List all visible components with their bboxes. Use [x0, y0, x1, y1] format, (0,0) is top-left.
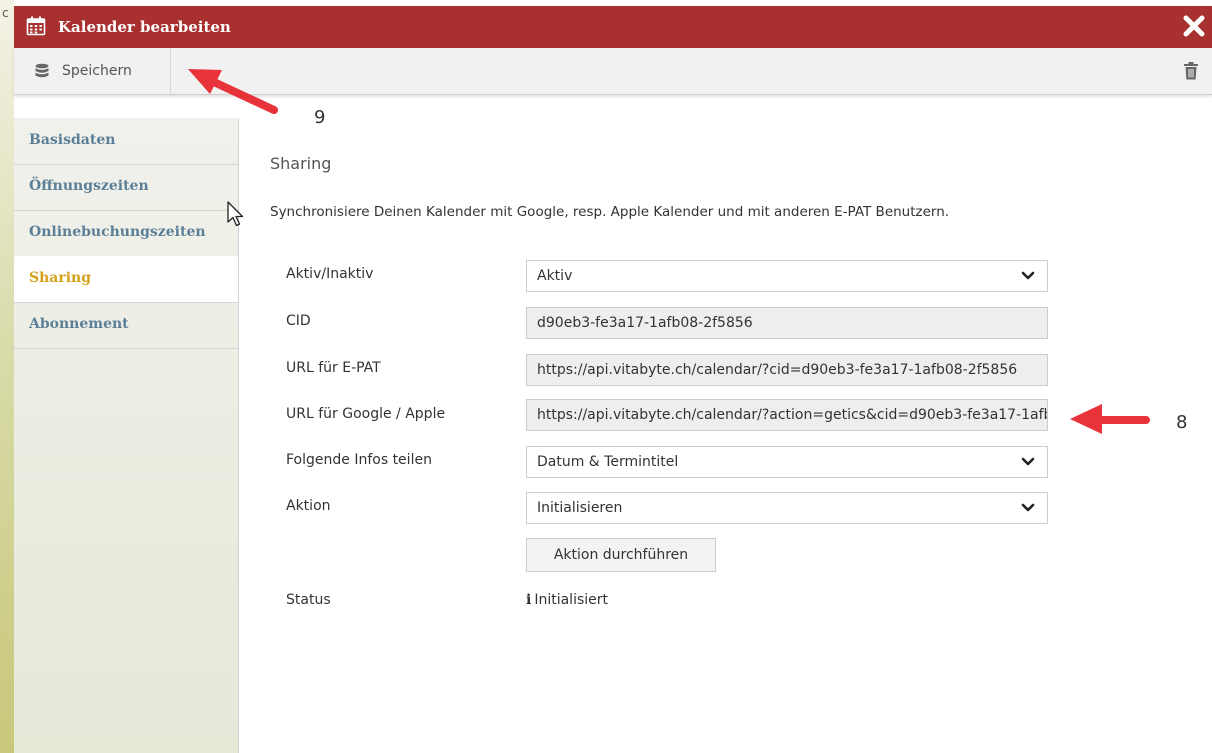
status-label: Status [286, 592, 331, 608]
url-epat-label: URL für E-PAT [286, 360, 381, 376]
sidebar-item-sharing[interactable]: Sharing [14, 256, 238, 303]
chevron-down-icon [1021, 503, 1035, 512]
sidebar-item-label: Basisdaten [29, 132, 116, 148]
chevron-down-icon [1021, 271, 1035, 280]
status-text: Initialisiert [534, 592, 608, 608]
status-value: i Initialisiert [526, 592, 608, 608]
save-button[interactable]: Speichern [14, 48, 171, 94]
section-title: Sharing [270, 154, 332, 173]
execute-action-button[interactable]: Aktion durchführen [526, 538, 716, 572]
cid-field-value: d90eb3-fe3a17-1afb08-2f5856 [537, 315, 753, 331]
url-epat-field[interactable]: https://api.vitabyte.ch/calendar/?cid=d9… [526, 354, 1048, 386]
annotation-arrow-9 [188, 69, 278, 114]
sidebar-item-label: Öffnungszeiten [29, 178, 149, 194]
dialog-title: Kalender bearbeiten [58, 18, 231, 36]
sidebar-item-abonnement[interactable]: Abonnement [14, 302, 238, 349]
close-icon[interactable] [1182, 14, 1206, 38]
infos-select[interactable]: Datum & Termintitel [526, 446, 1048, 478]
sidebar-item-oeffnungszeiten[interactable]: Öffnungszeiten [14, 164, 238, 211]
calendar-icon [26, 16, 46, 36]
trash-icon[interactable] [1182, 61, 1200, 81]
dialog-titlebar: Kalender bearbeiten [14, 6, 1212, 48]
url-google-field[interactable]: https://api.vitabyte.ch/calendar/?action… [526, 399, 1048, 431]
url-epat-field-value: https://api.vitabyte.ch/calendar/?cid=d9… [537, 362, 1018, 378]
aktiv-label: Aktiv/Inaktiv [286, 266, 374, 282]
infos-label: Folgende Infos teilen [286, 452, 432, 468]
sidebar-item-label: Abonnement [29, 316, 129, 332]
aktiv-select-value: Aktiv [537, 268, 573, 284]
aktion-select[interactable]: Initialisieren [526, 492, 1048, 524]
sidebar-item-onlinebuchungszeiten[interactable]: Onlinebuchungszeiten [14, 210, 238, 257]
background-text: c [2, 6, 9, 20]
cid-label: CID [286, 313, 311, 329]
desktop-background [0, 0, 14, 753]
aktion-select-value: Initialisieren [537, 500, 623, 516]
sidebar-nav: Basisdaten Öffnungszeiten Onlinebuchungs… [14, 118, 239, 753]
chevron-down-icon [1021, 457, 1035, 466]
url-google-label: URL für Google / Apple [286, 406, 446, 422]
annotation-marker-9: 9 [314, 107, 326, 128]
sidebar-item-label: Sharing [29, 270, 92, 286]
section-description: Synchronisiere Deinen Kalender mit Googl… [270, 204, 950, 220]
annotation-arrow-8 [1070, 404, 1150, 434]
sidebar-item-basisdaten[interactable]: Basisdaten [14, 118, 238, 165]
aktion-label: Aktion [286, 498, 331, 514]
database-icon [35, 63, 49, 78]
url-google-field-value: https://api.vitabyte.ch/calendar/?action… [537, 407, 1047, 423]
aktiv-select[interactable]: Aktiv [526, 260, 1048, 292]
mouse-cursor-icon [227, 201, 244, 227]
annotation-marker-8: 8 [1176, 412, 1188, 433]
cid-field[interactable]: d90eb3-fe3a17-1afb08-2f5856 [526, 307, 1048, 339]
save-button-label: Speichern [62, 63, 132, 79]
infos-select-value: Datum & Termintitel [537, 454, 679, 470]
sidebar-item-label: Onlinebuchungszeiten [29, 224, 206, 240]
info-icon: i [526, 592, 532, 608]
